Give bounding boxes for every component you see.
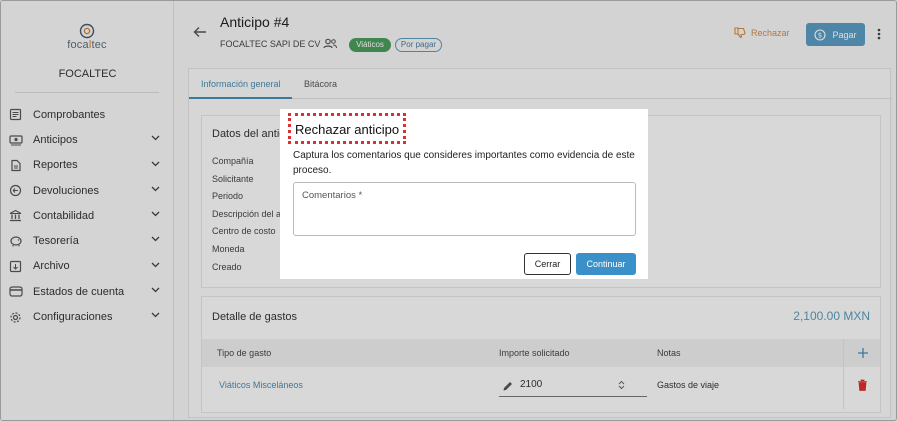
dialog-message: Captura los comentarios que consideres i… <box>293 150 635 176</box>
app-window: focaltec FOCALTEC Comprobantes Anticipos… <box>0 0 897 421</box>
continue-button[interactable]: Continuar <box>576 253 636 275</box>
comments-field[interactable]: Comentarios * <box>293 182 636 236</box>
close-button[interactable]: Cerrar <box>524 253 571 275</box>
reject-dialog: Rechazar anticipo Captura los comentario… <box>280 109 648 279</box>
dialog-title: Rechazar anticipo <box>288 113 407 144</box>
comments-label: Comentarios * <box>302 190 363 201</box>
